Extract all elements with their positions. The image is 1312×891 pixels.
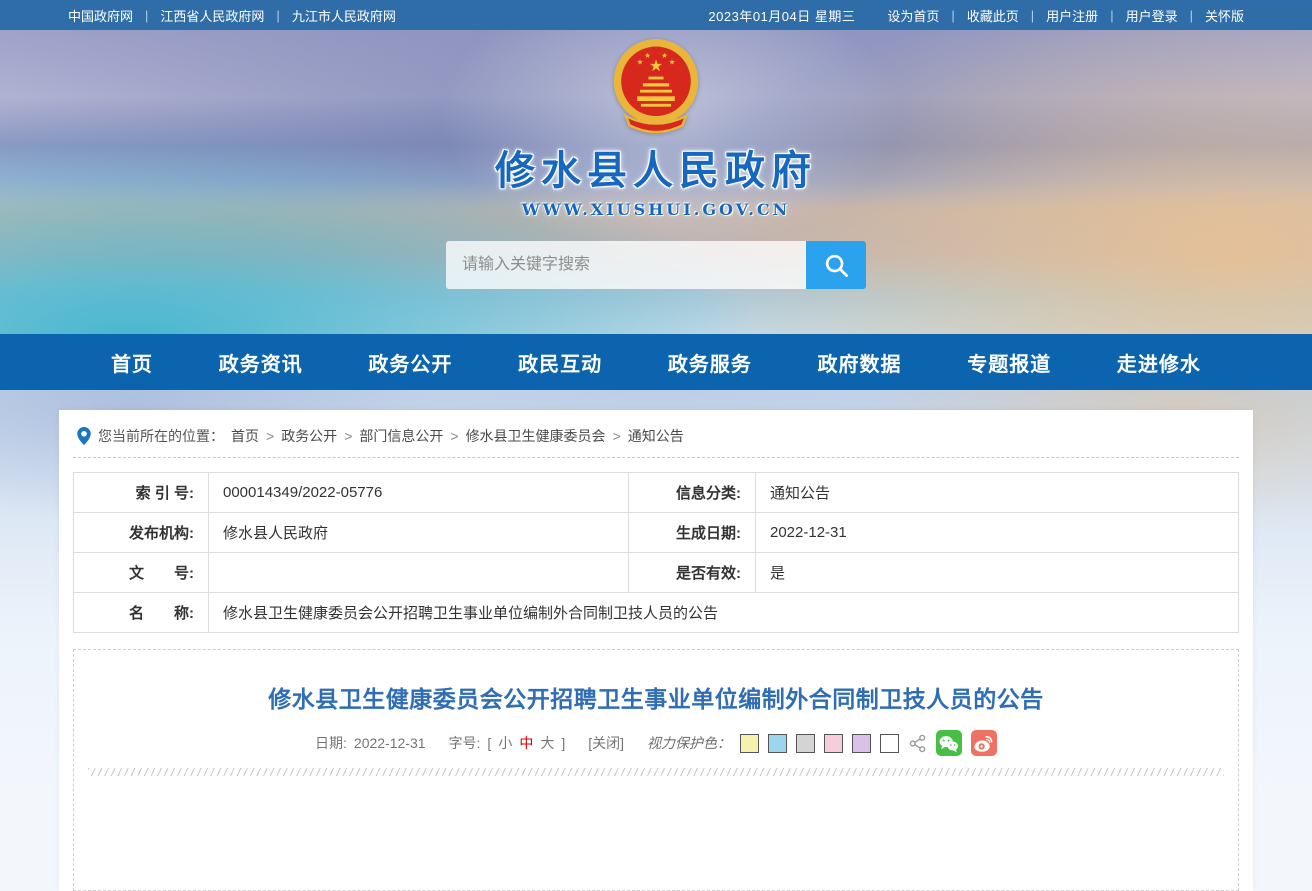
article-date: 日期: 2022-12-31 [315,733,426,753]
article-title: 修水县卫生健康委员会公开招聘卫生事业单位编制外合同制卫技人员的公告 [268,686,1044,712]
publish-date-value: 2022-12-31 [755,512,1239,553]
article-meta-bar: 日期: 2022-12-31 字号: [ 小 中 大 ] [关闭] 视力保护色： [88,730,1224,756]
current-date: 2023年01月04日 星期三 [708,8,856,24]
share-nodes-icon[interactable] [908,734,927,753]
separator: | [276,7,280,23]
nav-item-news[interactable]: 政务资讯 [219,348,303,377]
breadcrumb-prefix: 您当前所在的位置： [98,428,224,444]
publisher-value: 修水县人民政府 [208,512,629,553]
link-china-gov[interactable]: 中国政府网 [68,6,133,25]
index-number-label: 索 引 号: [73,472,209,513]
bracket: ] [561,735,566,751]
content-card: 您当前所在的位置： 首页 > 政务公开 > 部门信息公开 > 修水县卫生健康委员… [59,410,1253,891]
page-background: 您当前所在的位置： 首页 > 政务公开 > 部门信息公开 > 修水县卫生健康委员… [0,390,1312,891]
breadcrumb-gov-info[interactable]: 政务公开 [281,426,337,446]
breadcrumb-separator: > [612,428,621,444]
svg-text:★: ★ [637,57,644,66]
nav-item-home[interactable]: 首页 [111,348,153,377]
font-medium-button[interactable]: 中 [519,733,533,753]
doc-number-value [208,552,629,593]
protect-color-swatch-pink[interactable] [823,733,843,753]
header-banner: ★ ★ ★ ★ ★ 修水县人民政府 WWW.XIUSHUI.GOV.CN [0,30,1312,334]
eye-protect-label: 视力保护色： [646,735,731,751]
breadcrumb-separator: > [344,428,353,444]
nav-item-gov-data[interactable]: 政府数据 [818,348,902,377]
accessibility-version-link[interactable]: 关怀版 [1205,6,1244,25]
location-pin-icon [77,427,91,445]
validity-label: 是否有效: [628,552,756,593]
breadcrumb-health-commission[interactable]: 修水县卫生健康委员会 [466,426,606,446]
user-register-link[interactable]: 用户注册 [1046,6,1098,25]
nav-item-special-reports[interactable]: 专题报道 [967,348,1051,377]
doc-number-label: 文 号: [73,552,209,593]
svg-text:★: ★ [644,51,651,60]
search-button[interactable] [806,241,866,289]
table-row: 名 称: 修水县卫生健康委员会公开招聘卫生事业单位编制外合同制卫技人员的公告 [73,592,1239,633]
doc-title-label: 名 称: [73,592,209,633]
protect-color-swatch-blue[interactable] [767,733,787,753]
bookmark-page-link[interactable]: 收藏此页 [967,6,1019,25]
svg-text:★: ★ [649,58,663,75]
document-info-table: 索 引 号: 000014349/2022-05776 信息分类: 通知公告 发… [73,472,1239,633]
weibo-icon[interactable] [970,730,997,756]
protect-color-swatch-yellow[interactable] [739,733,759,753]
user-login-link[interactable]: 用户登录 [1126,6,1178,25]
date-label: 日期: [315,735,347,751]
breadcrumb-home[interactable]: 首页 [231,426,259,446]
gov-site-links: 中国政府网 | 江西省人民政府网 | 九江市人民政府网 [68,6,396,25]
nav-item-services[interactable]: 政务服务 [668,348,752,377]
info-category-value: 通知公告 [755,472,1239,513]
site-url: WWW.XIUSHUI.GOV.CN [521,200,791,219]
national-emblem-icon: ★ ★ ★ ★ ★ [613,39,699,134]
font-size-label: 字号: [448,735,481,751]
font-large-button[interactable]: 大 [540,733,554,753]
dashed-divider [73,457,1239,458]
font-small-button[interactable]: 小 [498,733,512,753]
separator: | [1189,7,1193,23]
hatched-divider [88,768,1224,776]
breadcrumb-separator: > [450,428,459,444]
breadcrumb: 您当前所在的位置： 首页 > 政务公开 > 部门信息公开 > 修水县卫生健康委员… [73,426,1239,446]
top-utility-bar: 中国政府网 | 江西省人民政府网 | 九江市人民政府网 2023年01月04日 … [0,0,1312,30]
svg-text:★: ★ [669,57,676,66]
search-icon [825,254,848,277]
separator: | [1030,7,1035,23]
link-jiujiang-gov[interactable]: 九江市人民政府网 [292,6,396,25]
separator: | [1110,7,1114,23]
publish-date-label: 生成日期: [628,512,756,553]
search-bar [446,241,866,289]
svg-text:★: ★ [661,51,668,60]
breadcrumb-separator: > [266,428,275,444]
doc-title-value: 修水县卫生健康委员会公开招聘卫生事业单位编制外合同制卫技人员的公告 [208,592,1239,633]
table-row: 索 引 号: 000014349/2022-05776 信息分类: 通知公告 [73,472,1239,513]
separator: | [951,7,955,23]
breadcrumb-notices[interactable]: 通知公告 [628,426,684,446]
main-navigation: 首页 政务资讯 政务公开 政民互动 政务服务 政府数据 专题报道 走进修水 [0,334,1312,390]
set-homepage-link[interactable]: 设为首页 [887,6,939,25]
table-row: 发布机构: 修水县人民政府 生成日期: 2022-12-31 [73,512,1239,553]
wechat-icon[interactable] [935,730,962,756]
table-row: 文 号: 是否有效: 是 [73,552,1239,593]
search-input[interactable] [446,241,806,289]
site-title: 修水县人民政府 [495,149,817,193]
protect-color-swatch-gray[interactable] [795,733,815,753]
validity-value: 是 [755,552,1239,593]
nav-item-about-xiushui[interactable]: 走进修水 [1117,348,1201,377]
nav-item-interaction[interactable]: 政民互动 [518,348,602,377]
user-utility-links: 2023年01月04日 星期三 设为首页 | 收藏此页 | 用户注册 | 用户登… [708,6,1244,25]
link-jiangxi-gov[interactable]: 江西省人民政府网 [160,6,264,25]
index-number-value: 000014349/2022-05776 [208,472,629,513]
separator: | [145,7,149,23]
info-category-label: 信息分类: [628,472,756,513]
breadcrumb-department-info[interactable]: 部门信息公开 [359,426,443,446]
date-value: 2022-12-31 [353,735,426,751]
protect-color-swatch-white[interactable] [879,733,899,753]
close-button[interactable]: [关闭] [588,733,624,753]
protect-color-swatch-purple[interactable] [851,733,871,753]
article-container: 修水县卫生健康委员会公开招聘卫生事业单位编制外合同制卫技人员的公告 日期: 20… [73,649,1239,891]
bracket: [ [487,735,492,751]
nav-item-gov-info[interactable]: 政务公开 [368,348,452,377]
font-size-control: 字号: [ 小 中 大 ] [449,733,566,753]
publisher-label: 发布机构: [73,512,209,553]
